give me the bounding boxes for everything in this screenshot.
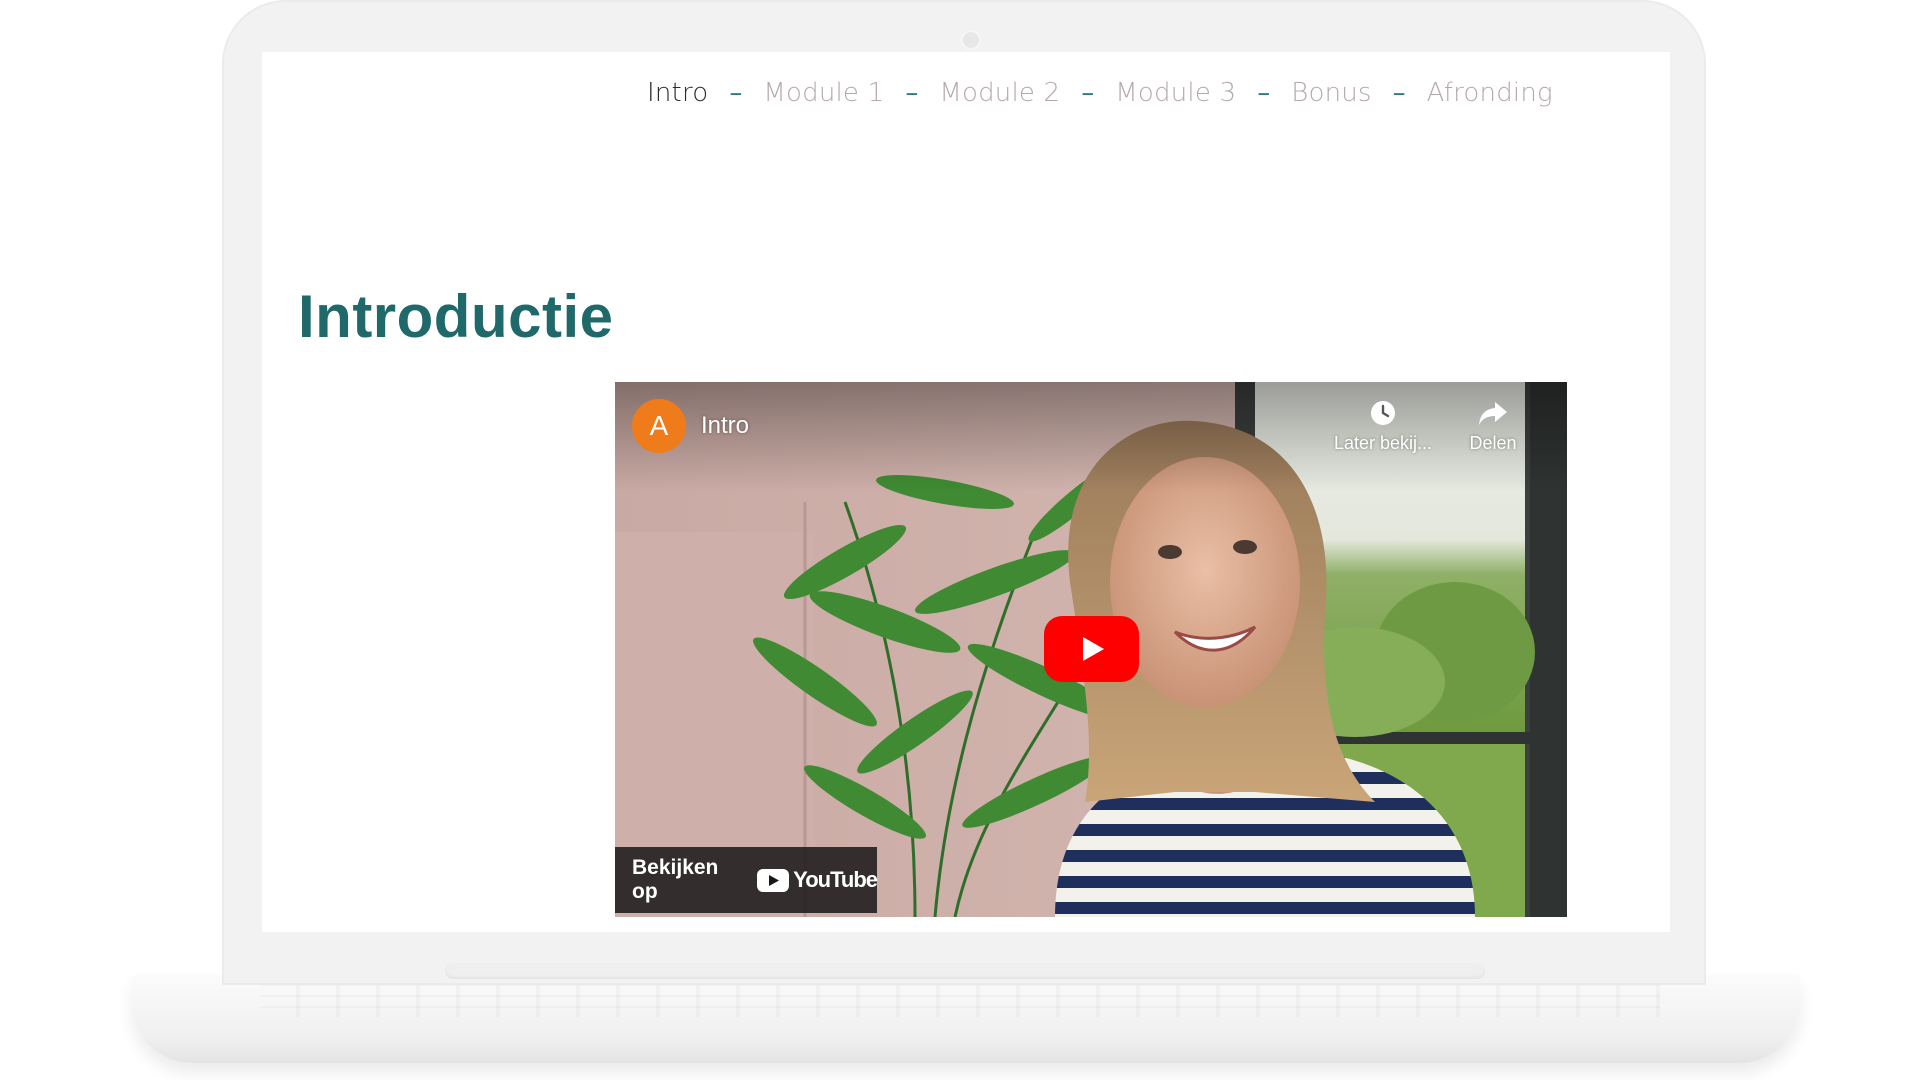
play-button[interactable] — [1044, 616, 1139, 682]
youtube-play-logo-icon — [757, 868, 790, 892]
camera-icon — [961, 30, 981, 50]
course-nav: Intro – Module 1 – Module 2 – Module 3 –… — [647, 78, 1553, 108]
youtube-logo-text: YouTube — [793, 867, 878, 892]
laptop-mockup: Intro – Module 1 – Module 2 – Module 3 –… — [0, 0, 1920, 1080]
nav-separator: – — [729, 78, 743, 108]
nav-separator: – — [1257, 78, 1271, 108]
nav-item-afronding[interactable]: Afronding — [1427, 78, 1553, 108]
youtube-logo: YouTube — [757, 867, 878, 893]
nav-item-module-1[interactable]: Module 1 — [763, 78, 884, 108]
laptop-screen: Intro – Module 1 – Module 2 – Module 3 –… — [262, 52, 1670, 932]
watch-later-label: Later bekij... — [1333, 433, 1433, 453]
share-label: Delen — [1469, 433, 1517, 453]
nav-item-bonus[interactable]: Bonus — [1291, 78, 1371, 108]
play-icon — [1082, 637, 1104, 661]
video-title[interactable]: Intro — [701, 412, 749, 440]
nav-item-intro[interactable]: Intro — [647, 78, 708, 108]
laptop-keyboard — [260, 985, 1660, 1017]
nav-item-module-3[interactable]: Module 3 — [1115, 78, 1236, 108]
clock-icon — [1371, 401, 1395, 425]
watch-on-youtube-button[interactable]: Bekijken op YouTube — [615, 847, 878, 913]
channel-avatar[interactable]: A — [632, 399, 686, 453]
watch-later-button[interactable]: Later bekij... — [1327, 400, 1439, 454]
share-button[interactable]: Delen — [1459, 400, 1527, 454]
nav-separator: – — [1392, 78, 1406, 108]
laptop-hinge — [445, 963, 1485, 979]
page-title: Introductie — [298, 283, 614, 350]
watch-on-label: Bekijken op — [632, 856, 719, 903]
nav-separator: – — [905, 78, 919, 108]
share-arrow-icon — [1479, 402, 1507, 425]
nav-item-module-2[interactable]: Module 2 — [939, 78, 1060, 108]
youtube-video-embed[interactable]: A Intro Later bekij... Delen Bekijken op… — [615, 382, 1567, 917]
nav-separator: – — [1081, 78, 1095, 108]
